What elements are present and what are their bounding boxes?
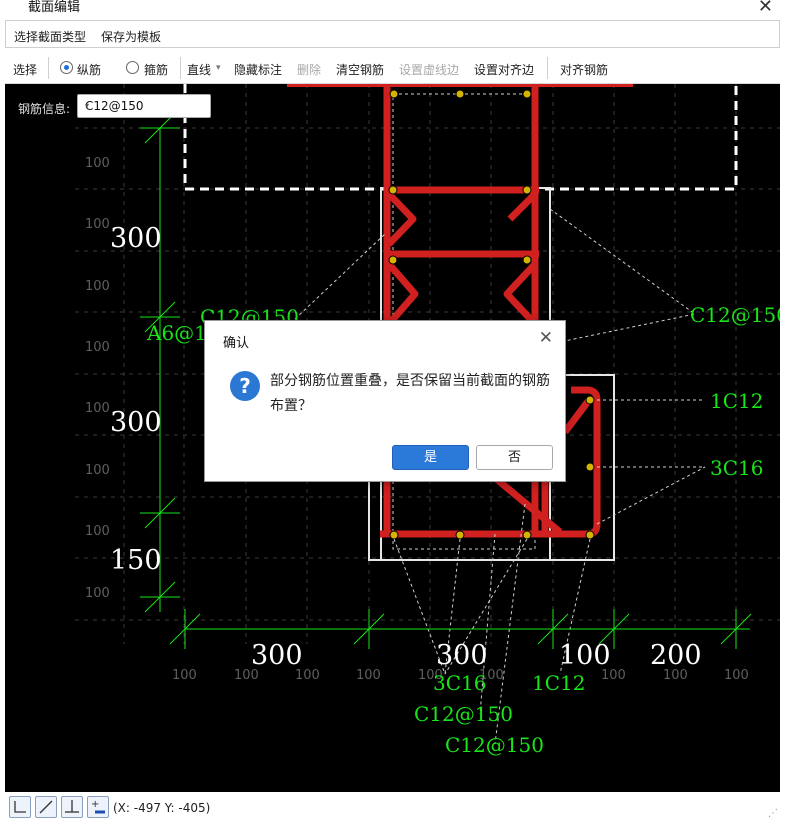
grid-label: 100 (172, 668, 197, 683)
grid-label: 100 (85, 586, 110, 601)
rebar-annotation: 1C12 (532, 671, 585, 695)
grid-label: 100 (85, 340, 110, 355)
line-snap-button[interactable] (35, 796, 57, 818)
menu-select-section-type[interactable]: 选择截面类型 (14, 28, 86, 45)
line-tool[interactable]: 直线 (187, 61, 211, 78)
dimension-value: 300 (251, 640, 303, 671)
menu-bar: 选择截面类型 保存为模板 (5, 20, 780, 48)
set-dashed-edge-button[interactable]: 设置虚线边 (399, 61, 459, 78)
delete-button[interactable]: 删除 (297, 61, 321, 78)
ortho-snap-button[interactable] (9, 796, 31, 818)
chevron-down-icon: ▾ (85, 101, 90, 110)
rebar-annotation: 3C16 (710, 456, 763, 480)
grid-label: 100 (85, 401, 110, 416)
set-align-edge-button[interactable]: 设置对齐边 (474, 61, 534, 78)
dialog-close-icon[interactable]: ✕ (539, 328, 553, 348)
rebar-annotation: C12@150 (690, 303, 780, 327)
grid-label: 100 (85, 463, 110, 478)
grid-label: 100 (85, 217, 110, 232)
clear-rebar-button[interactable]: 清空钢筋 (336, 61, 384, 78)
dimension-value: 200 (650, 640, 702, 671)
confirm-dialog: 确认 ✕ ? 部分钢筋位置重叠，是否保留当前截面的钢筋布置？ 是 否 (204, 320, 566, 482)
no-button[interactable]: 否 (476, 445, 553, 470)
grid-label: 100 (85, 156, 110, 171)
dimension-value: 100 (559, 640, 611, 671)
grid-label: 100 (85, 279, 110, 294)
menu-save-as-template[interactable]: 保存为模板 (101, 28, 161, 45)
align-rebar-button[interactable]: 对齐钢筋 (560, 61, 608, 78)
window-title: 截面编辑 (28, 0, 81, 15)
rebar-annotation: 3C16 (433, 671, 486, 695)
perpendicular-snap-button[interactable] (61, 796, 83, 818)
toolbar-divider (547, 57, 548, 79)
status-bar: + (X: -497 Y: -405) ⋰ (5, 793, 780, 821)
radio-stirrup[interactable] (126, 61, 139, 74)
window-close-icon[interactable]: ✕ (758, 0, 773, 17)
hide-labels-button[interactable]: 隐藏标注 (234, 61, 282, 78)
dimension-value: 300 (436, 640, 488, 671)
grid-label: 100 (85, 524, 110, 539)
svg-text:+: + (91, 799, 99, 810)
yes-button[interactable]: 是 (392, 445, 469, 470)
toolbar-divider (180, 57, 181, 79)
radio-stirrup-label[interactable]: 箍筋 (144, 61, 168, 78)
toolbar-divider (48, 57, 49, 79)
radio-longitudinal-label[interactable]: 纵筋 (77, 61, 101, 78)
select-tool[interactable]: 选择 (13, 61, 37, 78)
radio-longitudinal[interactable] (60, 61, 73, 74)
rebar-annotation: 1C12 (710, 389, 763, 413)
cursor-coordinates: (X: -497 Y: -405) (113, 801, 211, 815)
rebar-annotation: C12@150 (445, 733, 544, 757)
dimension-value: 300 (110, 407, 162, 438)
dimension-value: 300 (110, 223, 162, 254)
rebar-info-label: 钢筋信息: (18, 102, 71, 116)
window-titlebar: 截面编辑 ✕ (0, 0, 789, 18)
grid-label: 100 (356, 668, 381, 683)
dimension-value: 150 (110, 545, 162, 576)
rebar-info-select[interactable]: C12@150 ▾ (77, 94, 211, 118)
resize-grip-icon[interactable]: ⋰ (768, 808, 778, 819)
grid-label: 100 (724, 668, 749, 683)
rebar-annotation: C12@150 (414, 702, 513, 726)
question-icon: ? (230, 371, 260, 401)
add-point-button[interactable]: + (87, 796, 109, 818)
toolbar: 选择 纵筋 箍筋 直线 ▾ 隐藏标注 删除 清空钢筋 设置虚线边 设置对齐边 对… (5, 53, 780, 84)
dialog-message: 部分钢筋位置重叠，是否保留当前截面的钢筋布置？ (270, 373, 550, 414)
dialog-title: 确认 (223, 336, 250, 351)
line-dropdown-icon[interactable]: ▾ (216, 63, 221, 73)
